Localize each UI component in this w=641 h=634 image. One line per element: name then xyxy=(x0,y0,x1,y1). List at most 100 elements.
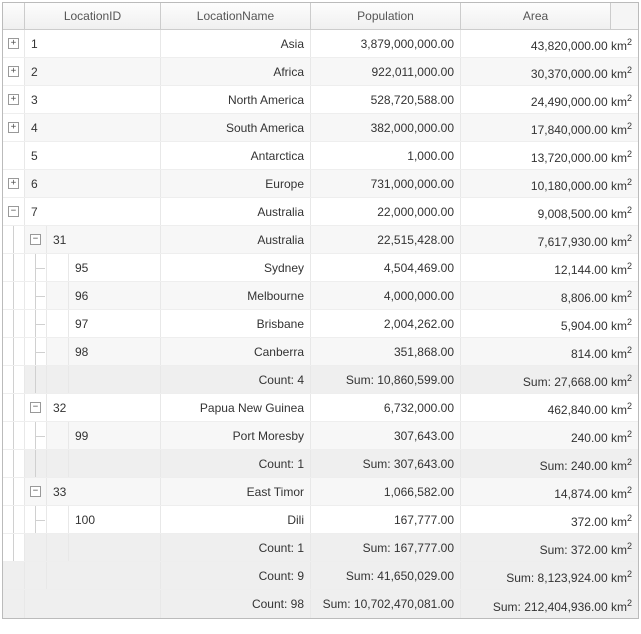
table-row[interactable]: 98 Canberra 351,868.00 814.00 km2 xyxy=(3,338,638,366)
cell-population: 382,000,000.00 xyxy=(311,114,461,141)
indent-spacer xyxy=(3,394,25,421)
summary-row: Count: 1 Sum: 307,643.00 Sum: 240.00 km2 xyxy=(3,450,638,478)
cell-name: East Timor xyxy=(161,478,311,505)
cell-name: Brisbane xyxy=(161,310,311,337)
summary-row: Count: 98 Sum: 10,702,470,081.00 Sum: 21… xyxy=(3,590,638,618)
expand-icon[interactable]: + xyxy=(8,178,19,189)
summary-row: Count: 4 Sum: 10,860,599.00 Sum: 27,668.… xyxy=(3,366,638,394)
expand-icon[interactable]: + xyxy=(8,94,19,105)
table-row[interactable]: − 33 East Timor 1,066,582.00 14,874.00 k… xyxy=(3,478,638,506)
cell-id: 1 xyxy=(25,30,161,57)
cell-id: 95 xyxy=(69,254,161,281)
cell-area: 24,490,000.00 km2 xyxy=(461,86,638,113)
expand-icon[interactable]: + xyxy=(8,66,19,77)
table-row[interactable]: − 32 Papua New Guinea 6,732,000.00 462,8… xyxy=(3,394,638,422)
collapse-icon[interactable]: − xyxy=(30,234,41,245)
summary-area: Sum: 212,404,936.00 km2 xyxy=(461,590,638,618)
column-header-name[interactable]: LocationName xyxy=(161,3,311,29)
cell-area: 13,720,000.00 km2 xyxy=(461,142,638,169)
table-row[interactable]: 5 Antarctica 1,000.00 13,720,000.00 km2 xyxy=(3,142,638,170)
column-header-area[interactable]: Area xyxy=(461,3,611,29)
indent-spacer xyxy=(3,506,25,533)
column-header-id[interactable]: LocationID xyxy=(25,3,161,29)
expand-column-header xyxy=(3,3,25,29)
cell-area: 43,820,000.00 km2 xyxy=(461,30,638,57)
cell-name: South America xyxy=(161,114,311,141)
expand-icon[interactable]: + xyxy=(8,38,19,49)
cell-id: 100 xyxy=(69,506,161,533)
cell-population: 4,000,000.00 xyxy=(311,282,461,309)
summary-area: Sum: 240.00 km2 xyxy=(461,450,638,477)
cell-population: 731,000,000.00 xyxy=(311,170,461,197)
indent-spacer xyxy=(25,422,47,449)
collapse-icon[interactable]: − xyxy=(30,402,41,413)
cell-id: 5 xyxy=(25,142,161,169)
cell-name: Antarctica xyxy=(161,142,311,169)
indent-spacer xyxy=(3,142,25,169)
summary-population: Sum: 41,650,029.00 xyxy=(311,562,461,589)
summary-count: Count: 1 xyxy=(161,534,311,561)
summary-blank xyxy=(69,534,161,561)
cell-area: 14,874.00 km2 xyxy=(461,478,638,505)
table-row[interactable]: 97 Brisbane 2,004,262.00 5,904.00 km2 xyxy=(3,310,638,338)
cell-name: North America xyxy=(161,86,311,113)
table-row[interactable]: + 4 South America 382,000,000.00 17,840,… xyxy=(3,114,638,142)
table-row[interactable]: + 2 Africa 922,011,000.00 30,370,000.00 … xyxy=(3,58,638,86)
indent-spacer xyxy=(25,366,47,393)
indent-spacer xyxy=(3,450,25,477)
cell-area: 372.00 km2 xyxy=(461,506,638,533)
indent-spacer xyxy=(3,534,25,561)
table-row[interactable]: 99 Port Moresby 307,643.00 240.00 km2 xyxy=(3,422,638,450)
cell-name: Asia xyxy=(161,30,311,57)
summary-count: Count: 1 xyxy=(161,450,311,477)
indent-spacer xyxy=(3,226,25,253)
cell-population: 6,732,000.00 xyxy=(311,394,461,421)
cell-id: 2 xyxy=(25,58,161,85)
collapse-icon[interactable]: − xyxy=(8,206,19,217)
indent-spacer xyxy=(47,506,69,533)
cell-name: Port Moresby xyxy=(161,422,311,449)
cell-population: 351,868.00 xyxy=(311,338,461,365)
table-row[interactable]: + 3 North America 528,720,588.00 24,490,… xyxy=(3,86,638,114)
table-row[interactable]: 100 Dili 167,777.00 372.00 km2 xyxy=(3,506,638,534)
cell-population: 22,515,428.00 xyxy=(311,226,461,253)
indent-spacer xyxy=(3,366,25,393)
cell-area: 9,008,500.00 km2 xyxy=(461,198,638,225)
cell-area: 7,617,930.00 km2 xyxy=(461,226,638,253)
cell-population: 4,504,469.00 xyxy=(311,254,461,281)
summary-population: Sum: 10,702,470,081.00 xyxy=(311,590,461,618)
table-row[interactable]: + 6 Europe 731,000,000.00 10,180,000.00 … xyxy=(3,170,638,198)
table-row[interactable]: 96 Melbourne 4,000,000.00 8,806.00 km2 xyxy=(3,282,638,310)
cell-area: 462,840.00 km2 xyxy=(461,394,638,421)
cell-area: 240.00 km2 xyxy=(461,422,638,449)
cell-area: 814.00 km2 xyxy=(461,338,638,365)
cell-population: 2,004,262.00 xyxy=(311,310,461,337)
indent-spacer xyxy=(25,562,47,589)
indent-spacer xyxy=(3,310,25,337)
expand-icon[interactable]: + xyxy=(8,122,19,133)
cell-id: 96 xyxy=(69,282,161,309)
table-row[interactable]: − 7 Australia 22,000,000.00 9,008,500.00… xyxy=(3,198,638,226)
table-row[interactable]: 95 Sydney 4,504,469.00 12,144.00 km2 xyxy=(3,254,638,282)
cell-id: 32 xyxy=(47,394,161,421)
column-header-population[interactable]: Population xyxy=(311,3,461,29)
summary-count: Count: 9 xyxy=(161,562,311,589)
indent-spacer xyxy=(25,338,47,365)
cell-area: 30,370,000.00 km2 xyxy=(461,58,638,85)
cell-id: 31 xyxy=(47,226,161,253)
table-row[interactable]: − 31 Australia 22,515,428.00 7,617,930.0… xyxy=(3,226,638,254)
cell-name: Europe xyxy=(161,170,311,197)
summary-blank xyxy=(25,590,161,618)
header-row: LocationID LocationName Population Area xyxy=(3,3,638,30)
summary-population: Sum: 307,643.00 xyxy=(311,450,461,477)
indent-spacer xyxy=(25,534,47,561)
summary-area: Sum: 8,123,924.00 km2 xyxy=(461,562,638,589)
cell-area: 5,904.00 km2 xyxy=(461,310,638,337)
cell-id: 97 xyxy=(69,310,161,337)
cell-population: 922,011,000.00 xyxy=(311,58,461,85)
cell-id: 4 xyxy=(25,114,161,141)
table-row[interactable]: + 1 Asia 3,879,000,000.00 43,820,000.00 … xyxy=(3,30,638,58)
cell-area: 17,840,000.00 km2 xyxy=(461,114,638,141)
collapse-icon[interactable]: − xyxy=(30,486,41,497)
cell-name: Australia xyxy=(161,226,311,253)
